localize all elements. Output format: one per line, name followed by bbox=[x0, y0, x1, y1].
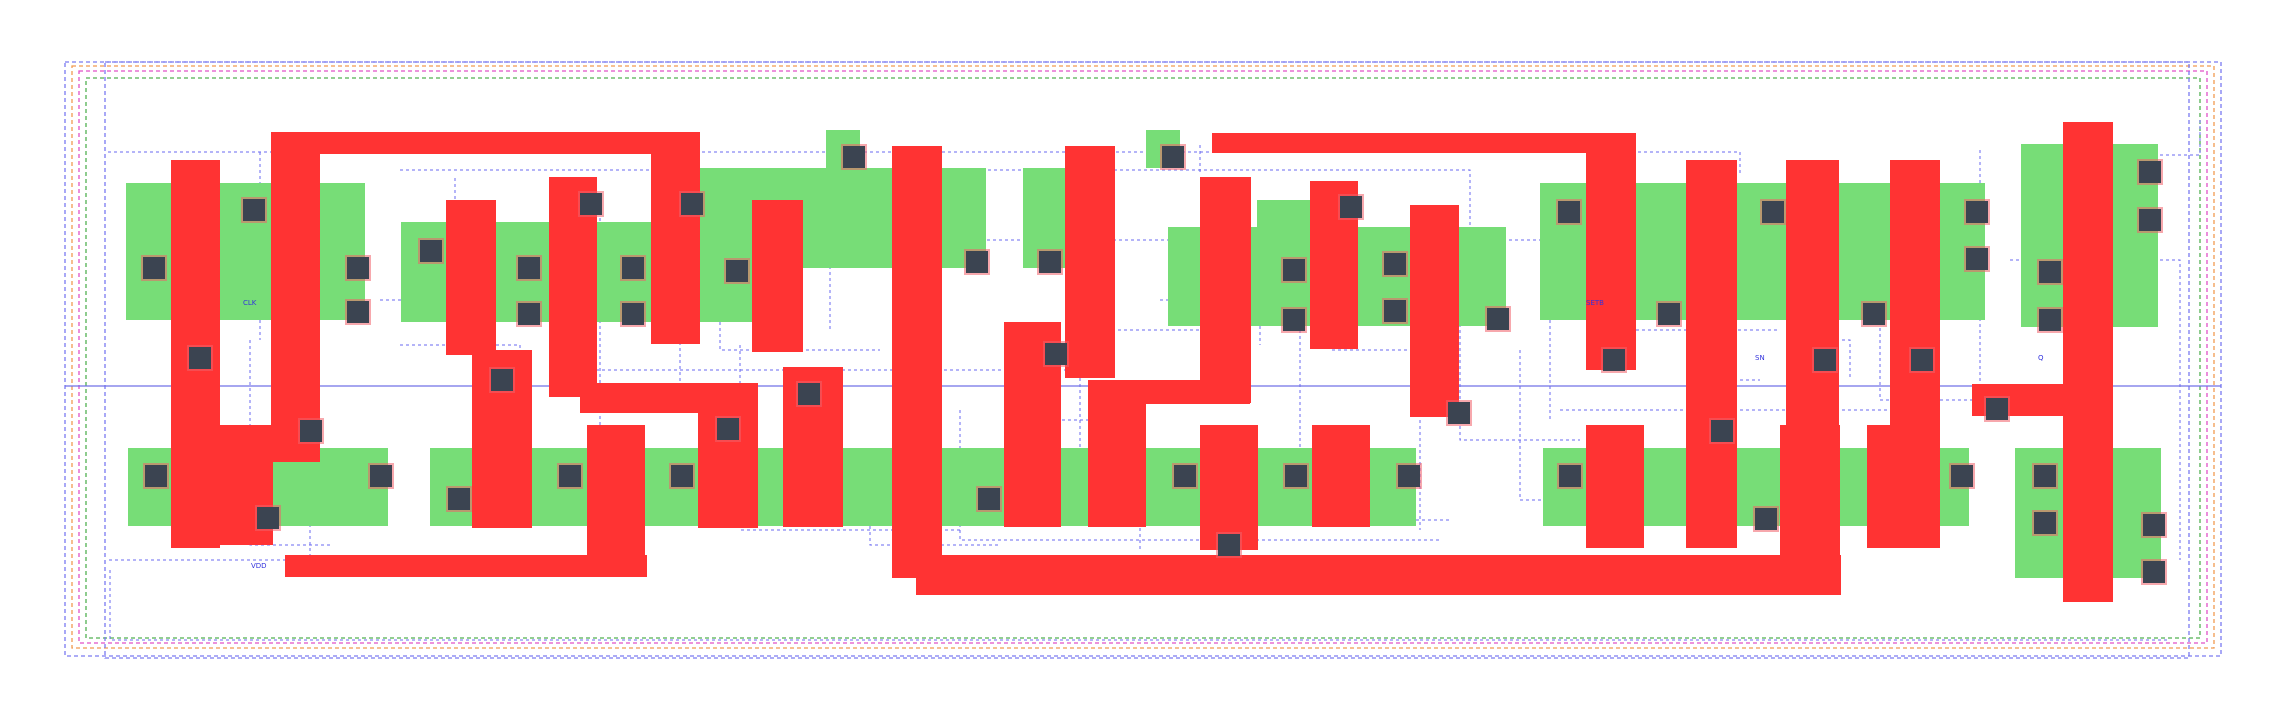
poly-segment bbox=[1212, 133, 1635, 153]
contact bbox=[1814, 349, 1836, 371]
contact bbox=[1384, 300, 1406, 322]
contact bbox=[843, 146, 865, 168]
label-q: Q bbox=[2038, 354, 2044, 362]
contact bbox=[671, 465, 693, 487]
contact bbox=[1966, 201, 1988, 223]
contact bbox=[622, 257, 644, 279]
contact bbox=[1911, 349, 1933, 371]
poly-segment bbox=[2063, 122, 2113, 602]
contact bbox=[1863, 303, 1885, 325]
contact bbox=[622, 303, 644, 325]
poly-segment bbox=[1200, 177, 1251, 403]
contact bbox=[1448, 402, 1470, 424]
contact bbox=[518, 257, 540, 279]
contact bbox=[1986, 398, 2008, 420]
contact bbox=[2039, 261, 2061, 283]
contact bbox=[1951, 465, 1973, 487]
contact bbox=[2034, 512, 2056, 534]
contact bbox=[798, 383, 820, 405]
contact bbox=[145, 465, 167, 487]
contact bbox=[717, 418, 739, 440]
contact bbox=[257, 507, 279, 529]
poly-segment bbox=[1312, 425, 1370, 527]
poly-segment bbox=[1780, 425, 1840, 595]
contact bbox=[491, 369, 513, 391]
contact bbox=[1558, 201, 1580, 223]
poly-segment bbox=[752, 200, 803, 352]
contact bbox=[580, 193, 602, 215]
contact bbox=[1162, 146, 1184, 168]
contact bbox=[143, 257, 165, 279]
poly-segment bbox=[1686, 160, 1737, 548]
contact bbox=[726, 260, 748, 282]
contact bbox=[2143, 514, 2165, 536]
contact bbox=[1966, 248, 1988, 270]
contact bbox=[1384, 253, 1406, 275]
poly-segment bbox=[892, 146, 942, 578]
poly-segment bbox=[698, 383, 758, 528]
poly-segment bbox=[272, 132, 700, 154]
contact bbox=[1285, 465, 1307, 487]
contact bbox=[1039, 251, 1061, 273]
contact bbox=[966, 251, 988, 273]
poly-segment bbox=[1410, 205, 1459, 417]
contact bbox=[1658, 303, 1680, 325]
contact bbox=[681, 193, 703, 215]
poly-segment bbox=[446, 200, 496, 355]
contact bbox=[978, 488, 1000, 510]
contact bbox=[2039, 309, 2061, 331]
contact bbox=[347, 301, 369, 323]
poly-segment bbox=[1200, 425, 1258, 550]
label-setb: SETB bbox=[1586, 299, 1604, 307]
contact bbox=[1755, 508, 1777, 530]
label-clk: CLK bbox=[243, 299, 257, 307]
contact bbox=[1045, 343, 1067, 365]
contact bbox=[370, 465, 392, 487]
contact bbox=[347, 257, 369, 279]
poly-segment bbox=[1586, 133, 1636, 370]
label-sn: SN bbox=[1755, 354, 1765, 362]
contact bbox=[2139, 161, 2161, 183]
contact bbox=[1340, 196, 1362, 218]
contact bbox=[1487, 308, 1509, 330]
contact bbox=[1283, 259, 1305, 281]
cell-layout-diagram: CLK VDD SETB SN Q bbox=[64, 61, 2222, 659]
contact bbox=[1398, 465, 1420, 487]
poly-segment bbox=[916, 555, 1841, 595]
contact bbox=[559, 465, 581, 487]
contact bbox=[189, 347, 211, 369]
contact bbox=[1218, 534, 1240, 556]
contact bbox=[1762, 201, 1784, 223]
contact bbox=[243, 199, 265, 221]
poly-segment bbox=[1586, 425, 1644, 548]
contact bbox=[300, 420, 322, 442]
contact bbox=[420, 240, 442, 262]
contact bbox=[518, 303, 540, 325]
contact bbox=[1711, 420, 1733, 442]
contact bbox=[1603, 349, 1625, 371]
contact bbox=[1559, 465, 1581, 487]
boundary-green bbox=[85, 77, 2201, 639]
poly-segment bbox=[587, 425, 645, 577]
contact bbox=[2034, 465, 2056, 487]
poly-segment bbox=[271, 132, 320, 462]
contact bbox=[1174, 465, 1196, 487]
poly-segment bbox=[651, 132, 700, 344]
poly-segment bbox=[1088, 380, 1146, 527]
poly-segment bbox=[1065, 146, 1115, 378]
poly-segment bbox=[1867, 425, 1924, 548]
contact bbox=[448, 488, 470, 510]
contact bbox=[1283, 309, 1305, 331]
contact bbox=[2139, 209, 2161, 231]
contact bbox=[2143, 561, 2165, 583]
label-vdd: VDD bbox=[251, 562, 267, 570]
diffusion-region bbox=[697, 168, 986, 268]
